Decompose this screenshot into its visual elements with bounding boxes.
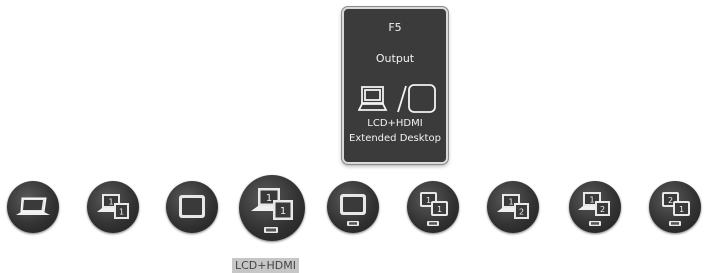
laptop-icon [16, 197, 50, 215]
option-monitor-hdmi-button[interactable] [327, 181, 379, 233]
monitor-plus-monitor-hdmi-icon: 1 1 [420, 192, 448, 226]
laptop-extended-monitor-hdmi-icon: 1 2 [578, 192, 610, 226]
badge-2: 1 [280, 206, 286, 217]
option-monitor-extended-hdmi-button[interactable]: 2 1 [649, 181, 701, 233]
laptop-slash-monitor-icon [358, 84, 436, 113]
option-laptop-monitor-hdmi-button[interactable]: 1 1 [239, 175, 305, 241]
badge-1: 1 [266, 193, 272, 204]
card-title: Output [375, 52, 415, 65]
laptop-extended-monitor-icon: 1 2 [497, 194, 529, 219]
mode-line-2: Extended Desktop [349, 133, 441, 144]
badge-2: 1 [679, 205, 684, 214]
monitor-icon [179, 195, 205, 218]
selected-option-label: LCD+HDMI [232, 258, 299, 273]
badge-1: 1 [108, 198, 113, 207]
monitor-extended-monitor-hdmi-icon: 2 1 [662, 192, 690, 226]
hotkey-label: F5 [388, 21, 402, 34]
output-mode-card: F5 Output LCD+HDMI Extended Desktop [342, 7, 448, 164]
laptop-plus-monitor-1-icon: 1 1 [97, 194, 129, 219]
option-monitor-button[interactable] [166, 181, 218, 233]
option-laptop-monitor-button[interactable]: 1 1 [87, 181, 139, 233]
badge-1: 1 [508, 198, 513, 207]
badge-1: 2 [668, 196, 673, 205]
monitor-hdmi-icon [340, 194, 366, 226]
badge-2: 2 [519, 208, 524, 217]
badge-2: 1 [119, 208, 124, 217]
mode-line-1: LCD+HDMI [367, 118, 423, 129]
option-monitor-monitor-hdmi-button[interactable]: 1 1 [407, 181, 459, 233]
badge-2: 1 [437, 205, 442, 214]
badge-2: 2 [600, 205, 605, 214]
option-laptop-extended-button[interactable]: 1 2 [487, 181, 539, 233]
option-laptop-extended-hdmi-button[interactable]: 1 2 [569, 181, 621, 233]
badge-1: 1 [426, 196, 431, 205]
laptop-plus-monitor-hdmi-icon: 1 1 [251, 188, 293, 233]
badge-1: 1 [589, 196, 594, 205]
option-laptop-button[interactable] [7, 181, 59, 233]
